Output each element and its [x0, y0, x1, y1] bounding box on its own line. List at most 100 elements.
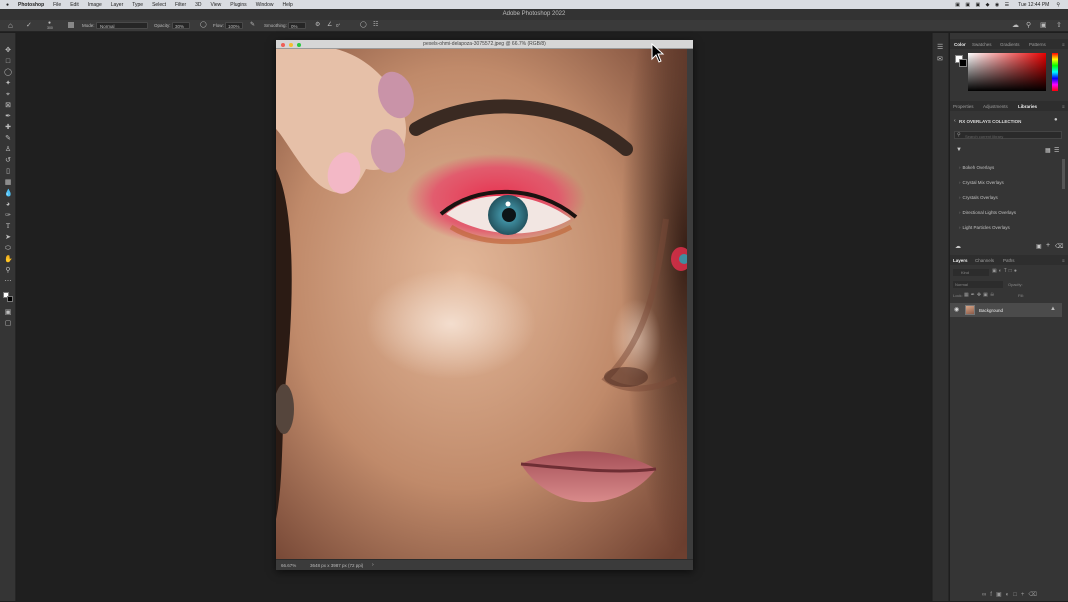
- layer-filter-icons[interactable]: ▣◐T□●: [992, 268, 1019, 274]
- color-picker-field[interactable]: [968, 53, 1046, 91]
- brush-tool-icon[interactable]: ✎: [4, 135, 12, 142]
- menu-image[interactable]: Image: [88, 2, 102, 8]
- grid-view-icon[interactable]: ▦: [1045, 147, 1051, 154]
- menu-app[interactable]: Photoshop: [18, 2, 44, 8]
- status-icons[interactable]: ▣ ▣ ▣ ◆ ◉ ☰: [955, 2, 1011, 8]
- panel-menu-icon[interactable]: ≡: [1062, 104, 1065, 109]
- eyedropper-tool-icon[interactable]: ✒: [4, 113, 12, 120]
- pressure-opacity-icon[interactable]: ◯: [200, 21, 207, 28]
- document-canvas-image[interactable]: [276, 49, 687, 602]
- new-folder-icon[interactable]: ▣: [1036, 243, 1042, 250]
- tab-channels[interactable]: Channels: [975, 258, 994, 263]
- crop-tool-icon[interactable]: ⌖: [4, 91, 12, 98]
- filter-icon[interactable]: ▼: [956, 147, 962, 153]
- move-tool-icon[interactable]: ✥: [4, 47, 12, 54]
- panel-menu-icon[interactable]: ≡: [1062, 258, 1065, 263]
- list-view-icon[interactable]: ☰: [1054, 147, 1059, 154]
- library-group-directional-lights[interactable]: › Directional Lights Overlays: [959, 210, 1016, 215]
- tab-patterns[interactable]: Patterns: [1029, 42, 1046, 47]
- add-mask-icon[interactable]: ▣: [996, 592, 1006, 598]
- menu-view[interactable]: View: [211, 2, 222, 8]
- menu-select[interactable]: Select: [152, 2, 166, 8]
- tab-properties[interactable]: Properties: [953, 104, 974, 109]
- search-icon[interactable]: ⚲: [1026, 21, 1031, 29]
- background-color-swatch[interactable]: [7, 296, 13, 302]
- menu-window[interactable]: Window: [256, 2, 274, 8]
- opacity-field[interactable]: 30%: [172, 22, 190, 29]
- marquee-tool-icon[interactable]: □: [4, 58, 12, 65]
- library-group-crystal-mix[interactable]: › Crystal Mix Overlays: [959, 180, 1004, 185]
- smoothing-field[interactable]: 0%: [288, 22, 306, 29]
- layer-kind-filter[interactable]: Kind: [953, 269, 989, 276]
- blur-tool-icon[interactable]: 💧: [4, 190, 13, 197]
- history-panel-icon[interactable]: ☰: [937, 43, 943, 51]
- type-tool-icon[interactable]: T: [4, 223, 12, 230]
- screen-mode-icon[interactable]: ▢: [4, 320, 12, 327]
- frame-tool-icon[interactable]: ⊠: [4, 102, 12, 109]
- visibility-eye-icon[interactable]: ◉: [954, 306, 959, 313]
- layer-row-background[interactable]: ◉ Background ▲: [950, 303, 1062, 317]
- menu-layer[interactable]: Layer: [111, 2, 124, 8]
- maximize-window-button[interactable]: [297, 42, 301, 47]
- smoothing-settings-icon[interactable]: ⚙: [315, 21, 320, 28]
- menu-filter[interactable]: Filter: [175, 2, 186, 8]
- vertical-scrollbar[interactable]: [687, 49, 693, 559]
- lasso-tool-icon[interactable]: ◯: [4, 69, 12, 76]
- blend-mode-select[interactable]: Normal: [953, 281, 1003, 288]
- minimize-window-button[interactable]: [289, 42, 293, 47]
- mode-select[interactable]: Normal: [96, 22, 148, 29]
- tab-color[interactable]: Color: [954, 42, 966, 47]
- zoom-level[interactable]: 66.67%: [281, 563, 296, 568]
- add-element-icon[interactable]: +: [1046, 242, 1050, 249]
- menubar-clock[interactable]: Tue 12:44 PM: [1018, 2, 1049, 8]
- quick-select-tool-icon[interactable]: ✦: [4, 80, 12, 87]
- spotlight-icon[interactable]: ⚲: [1056, 2, 1060, 8]
- workspace-icon[interactable]: ▣: [1040, 21, 1047, 29]
- hue-slider[interactable]: [1052, 53, 1058, 91]
- flow-field[interactable]: 100%: [225, 22, 243, 29]
- panel-menu-icon[interactable]: ≡: [1062, 42, 1065, 47]
- color-bg-swatch[interactable]: [959, 59, 967, 67]
- dodge-tool-icon[interactable]: ◕: [4, 201, 12, 208]
- delete-layer-icon[interactable]: ⌫: [1028, 592, 1040, 598]
- tab-gradients[interactable]: Gradients: [1000, 42, 1020, 47]
- tab-swatches[interactable]: Swatches: [972, 42, 992, 47]
- share-icon[interactable]: ⇧: [1056, 21, 1062, 29]
- menu-file[interactable]: File: [53, 2, 61, 8]
- library-header[interactable]: RX OVERLAYS COLLECTION: [959, 119, 1021, 124]
- close-window-button[interactable]: [281, 42, 285, 47]
- menu-plugins[interactable]: Plugins: [230, 2, 246, 8]
- menu-type[interactable]: Type: [132, 2, 143, 8]
- shape-tool-icon[interactable]: ⬭: [4, 245, 12, 252]
- home-icon[interactable]: ⌂: [8, 21, 13, 30]
- menu-help[interactable]: Help: [282, 2, 292, 8]
- lock-icons[interactable]: ▦✒✥▣☠: [964, 292, 996, 298]
- pressure-size-icon[interactable]: ◯: [360, 21, 367, 28]
- more-tools-icon[interactable]: ⋯: [4, 278, 12, 285]
- pen-tool-icon[interactable]: ✑: [4, 212, 12, 219]
- status-menu-icon[interactable]: ›: [372, 562, 374, 568]
- cloud-icon[interactable]: ☁: [1012, 21, 1019, 29]
- tab-layers[interactable]: Layers: [953, 258, 968, 263]
- tab-paths[interactable]: Paths: [1003, 258, 1015, 263]
- symmetry-icon[interactable]: ☷: [373, 21, 378, 28]
- library-scrollbar[interactable]: [1062, 159, 1065, 189]
- menu-edit[interactable]: Edit: [70, 2, 79, 8]
- path-select-tool-icon[interactable]: ➤: [4, 234, 12, 241]
- brush-settings-icon[interactable]: [68, 22, 74, 28]
- layer-lock-icon[interactable]: ▲: [1050, 306, 1056, 312]
- gradient-tool-icon[interactable]: ▦: [4, 179, 12, 186]
- airbrush-icon[interactable]: ✎: [250, 21, 255, 28]
- library-account-icon[interactable]: ●: [1054, 117, 1058, 123]
- apple-icon[interactable]: ●: [6, 2, 9, 8]
- library-group-bokeh[interactable]: › Bokeh Overlays: [959, 165, 994, 170]
- healing-tool-icon[interactable]: ✚: [4, 124, 12, 131]
- history-brush-tool-icon[interactable]: ↺: [4, 157, 12, 164]
- library-group-light-particles[interactable]: › Light Particles Overlays: [959, 225, 1010, 230]
- stamp-tool-icon[interactable]: ♙: [4, 146, 12, 153]
- library-back-icon[interactable]: ‹: [954, 118, 956, 124]
- delete-icon[interactable]: ⌫: [1055, 243, 1063, 250]
- quick-mask-icon[interactable]: ▣: [4, 309, 12, 316]
- angle-value[interactable]: 0°: [336, 23, 340, 28]
- brush-tool-preset-icon[interactable]: ✓: [26, 21, 32, 29]
